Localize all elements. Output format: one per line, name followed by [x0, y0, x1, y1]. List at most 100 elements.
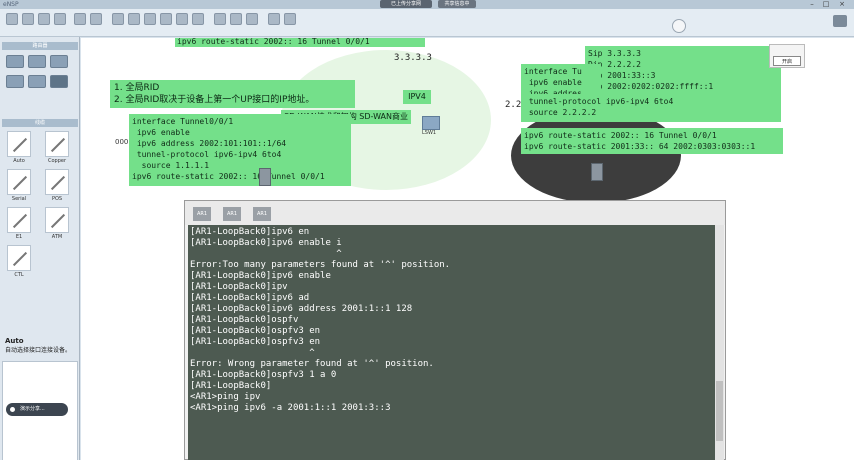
- terminal-tabbar: AR1 AR1 AR1: [185, 201, 725, 225]
- share-icon: [10, 407, 15, 412]
- route-static-note-top: ipv6 route-static 2002:: 16 Tunnel 0/0/1: [175, 38, 425, 47]
- redo-icon[interactable]: [90, 13, 102, 25]
- terminal-line: [AR1-LoopBack0]ospfv3 en: [190, 337, 321, 347]
- undo-icon[interactable]: [74, 13, 86, 25]
- terminal-line: [AR1-LoopBack0]ospfv3 en: [190, 326, 321, 336]
- cables-header: 线缆: [2, 119, 78, 127]
- select-icon[interactable]: [112, 13, 124, 25]
- cable-auto-icon[interactable]: [7, 131, 31, 157]
- device-panel: 路由器 线缆 Auto Copper Serial POS E1 ATM CTL: [0, 37, 80, 460]
- terminal-line: [AR1-LoopBack0]ospfv: [190, 315, 299, 325]
- close-button[interactable]: ×: [836, 0, 848, 9]
- terminal-line: Error:Too many parameters found at '^' p…: [190, 260, 451, 270]
- save-icon[interactable]: [38, 13, 50, 25]
- firewall-icon[interactable]: [6, 75, 24, 88]
- cable-copper-icon[interactable]: [45, 131, 69, 157]
- right-route-line: ipv6 route-static 2001:33:: 64 2002:0303…: [524, 142, 756, 151]
- stop-icon[interactable]: [230, 13, 242, 25]
- cable-ctl-icon[interactable]: [7, 245, 31, 271]
- terminal-line: [AR1-LoopBack0]ipv: [190, 282, 288, 292]
- huawei-icon: [833, 15, 847, 27]
- router-icon[interactable]: [6, 55, 24, 68]
- packet-header-note: Sip 3.3.3.3 Dip 2.2.2.2 Sip 2001:33::3 Dip …: [585, 46, 781, 94]
- rid-note-line-2: 2. 全局RID取决于设备上第一个UP接口的IP地址。: [114, 95, 315, 105]
- cloud-icon[interactable]: [28, 75, 46, 88]
- topology-icon[interactable]: [268, 13, 280, 25]
- terminal-tab[interactable]: AR1: [193, 207, 212, 221]
- share-demo-button[interactable]: 演示分享...: [6, 403, 68, 416]
- pc-device-icon-right[interactable]: [591, 163, 603, 181]
- description-text: 自动选择接口连接设备。: [5, 347, 72, 354]
- cable-atm-icon[interactable]: [45, 207, 69, 233]
- cable-auto-label: Auto: [13, 158, 25, 164]
- cable-e1-label: E1: [15, 234, 23, 240]
- left-prefix-label: 000: [115, 138, 129, 146]
- print-icon[interactable]: [54, 13, 66, 25]
- right-config-line: tunnel-protocol ipv6-ipv4 6to4: [524, 97, 674, 106]
- start-mini-button[interactable]: 开启: [773, 56, 801, 66]
- cable-serial-icon[interactable]: [7, 169, 31, 195]
- cable-atm-label: ATM: [51, 234, 63, 240]
- left-config-line: tunnel-protocol ipv6-ipv4 6to4: [132, 150, 282, 159]
- capture-icon[interactable]: [246, 13, 258, 25]
- right-config-line: interface Tu: [524, 67, 582, 76]
- terminal-line: [AR1-LoopBack0]ipv6 enable: [190, 271, 331, 281]
- cable-pos-icon[interactable]: [45, 169, 69, 195]
- sharing-info-pill[interactable]: 共享信息中: [438, 0, 476, 8]
- terminal-line: ^: [190, 249, 342, 259]
- app-logo: eNSP: [3, 1, 19, 8]
- cable-tool-icon[interactable]: [50, 75, 68, 88]
- dip-v6-line: Dip 2002:0202:0202:ffff::1: [588, 82, 714, 91]
- loopback-22-label: 2.2: [505, 100, 522, 110]
- terminal-output[interactable]: [AR1-LoopBack0]ipv6 en [AR1-LoopBack0]ipv…: [188, 225, 715, 460]
- minimize-button[interactable]: –: [806, 0, 818, 9]
- terminal-line: ^: [190, 348, 315, 358]
- terminal-line: <AR1>ping ipv: [190, 392, 261, 402]
- terminal-line: [AR1-LoopBack0]ipv6 address 2001:1::1 12…: [190, 304, 413, 314]
- area-ellipse-right: [511, 108, 681, 203]
- switch-device-label: LSW1: [422, 130, 437, 136]
- left-config-line: ipv6 enable: [132, 128, 190, 137]
- ellipse-icon[interactable]: [192, 13, 204, 25]
- cable-e1-icon[interactable]: [7, 207, 31, 233]
- right-route-line: ipv6 route-static 2002:: 16 Tunnel 0/0/1: [524, 131, 717, 140]
- terminal-line: [AR1-LoopBack0]ipv6 ad: [190, 293, 310, 303]
- toolbar: [0, 9, 854, 37]
- cable-pos-label: POS: [51, 196, 63, 202]
- delete-icon[interactable]: [144, 13, 156, 25]
- switch-device-icon[interactable]: [422, 116, 440, 130]
- switch-icon[interactable]: [28, 55, 46, 68]
- cable-copper-label: Copper: [47, 158, 67, 164]
- left-config-line: interface Tunnel0/0/1: [132, 117, 234, 126]
- help-icon[interactable]: [672, 19, 686, 33]
- right-tunnel-config-lower: tunnel-protocol ipv6-ipv4 6to4 source 2.…: [521, 94, 781, 122]
- start-icon[interactable]: [214, 13, 226, 25]
- pc-device-icon[interactable]: [259, 168, 271, 186]
- wlan-icon[interactable]: [50, 55, 68, 68]
- terminal-line: Error: Wrong parameter found at '^' posi…: [190, 359, 434, 369]
- hand-icon[interactable]: [128, 13, 140, 25]
- new-icon[interactable]: [6, 13, 18, 25]
- terminal-line: [AR1-LoopBack0]ipv6 enable i: [190, 238, 342, 248]
- text-icon[interactable]: [160, 13, 172, 25]
- settings-icon[interactable]: [284, 13, 296, 25]
- left-tunnel-config: interface Tunnel0/0/1 ipv6 enable ipv6 a…: [129, 114, 351, 186]
- left-config-line: source 1.1.1.1: [132, 161, 210, 170]
- sip-line: Sip 3.3.3.3: [588, 49, 641, 58]
- terminal-line: [AR1-LoopBack0]ospfv3 1 a 0: [190, 370, 337, 380]
- terminal-scroll-thumb[interactable]: [716, 381, 723, 441]
- right-route-config: ipv6 route-static 2002:: 16 Tunnel 0/0/1…: [521, 128, 783, 154]
- terminal-tab[interactable]: AR1: [253, 207, 272, 221]
- terminal-window: AR1 AR1 AR1 [AR1-LoopBack0]ipv6 en [AR1-L…: [184, 200, 726, 460]
- maximize-button[interactable]: □: [820, 0, 832, 9]
- terminal-line: [AR1-LoopBack0]ipv6 en: [190, 227, 310, 237]
- terminal-line: [AR1-LoopBack0]: [190, 381, 272, 391]
- terminal-line: <AR1>ping ipv6 -a 2001:1::1 2001:3::3: [190, 403, 391, 413]
- share-status-pill[interactable]: 已上传分享网: [380, 0, 432, 8]
- open-icon[interactable]: [22, 13, 34, 25]
- description-title: Auto: [5, 337, 24, 345]
- ipv4-label: IPV4: [403, 90, 431, 104]
- cable-serial-label: Serial: [11, 196, 27, 202]
- terminal-tab[interactable]: AR1: [223, 207, 242, 221]
- rectangle-icon[interactable]: [176, 13, 188, 25]
